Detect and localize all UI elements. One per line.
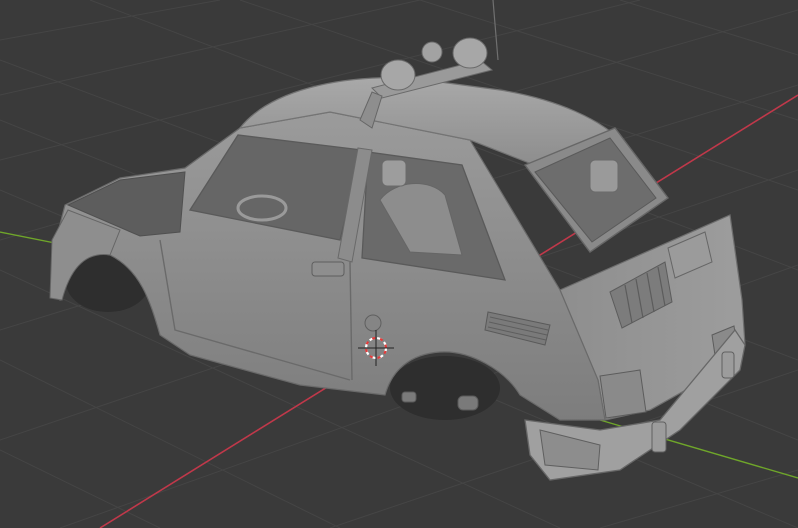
roof-beacon [421, 41, 443, 63]
roof-light-left [380, 59, 416, 91]
3d-viewport[interactable] [0, 0, 798, 528]
chassis-part [457, 395, 479, 411]
viewport-canvas[interactable] [0, 0, 798, 528]
rear-wheel-well [390, 356, 500, 420]
left-tail-light [599, 369, 647, 419]
chassis-part [401, 391, 417, 403]
door-handle [311, 261, 345, 277]
rear-headrest [589, 159, 619, 193]
roof-light-right [452, 37, 488, 69]
bumper-guard-right [721, 351, 735, 379]
fuel-cap [364, 314, 382, 332]
bumper-guard-left [651, 421, 667, 453]
interior-headrest [381, 159, 407, 187]
